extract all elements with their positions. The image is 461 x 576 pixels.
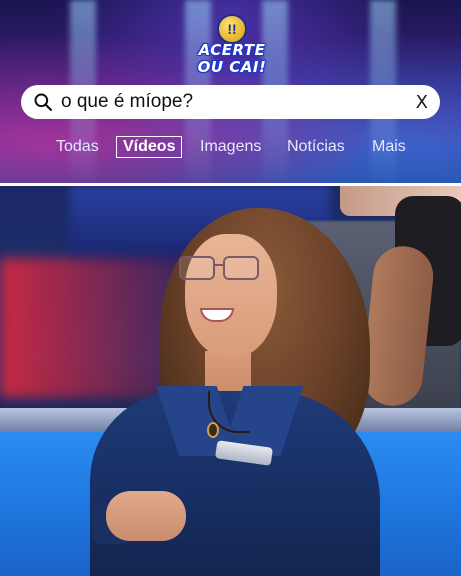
- search-icon[interactable]: [33, 92, 53, 112]
- logo-coin-icon: !!: [217, 14, 247, 44]
- search-header: !! ACERTE OU CAI! o que é míope? X Todas…: [0, 0, 461, 183]
- logo-title-line-1: ACERTE: [198, 41, 266, 59]
- clear-search-icon[interactable]: X: [410, 92, 428, 113]
- search-input[interactable]: o que é míope?: [61, 91, 410, 113]
- contestant-hands: [106, 491, 186, 541]
- tab-imagens[interactable]: Imagens: [200, 138, 261, 156]
- search-bar[interactable]: o que é míope? X: [21, 85, 440, 119]
- glasses-icon: [179, 256, 265, 282]
- tab-videos[interactable]: Vídeos: [116, 136, 183, 158]
- tab-noticias[interactable]: Notícias: [287, 138, 345, 156]
- video-frame[interactable]: [0, 186, 461, 576]
- search-tabs: Todas Vídeos Imagens Notícias Mais: [0, 136, 461, 164]
- show-logo: !! ACERTE OU CAI!: [190, 14, 274, 76]
- tab-mais[interactable]: Mais: [372, 138, 406, 156]
- contestant-face: [185, 234, 277, 358]
- pendant: [207, 422, 219, 438]
- tab-todas[interactable]: Todas: [56, 138, 99, 156]
- logo-title-line-2: OU CAI!: [197, 58, 267, 76]
